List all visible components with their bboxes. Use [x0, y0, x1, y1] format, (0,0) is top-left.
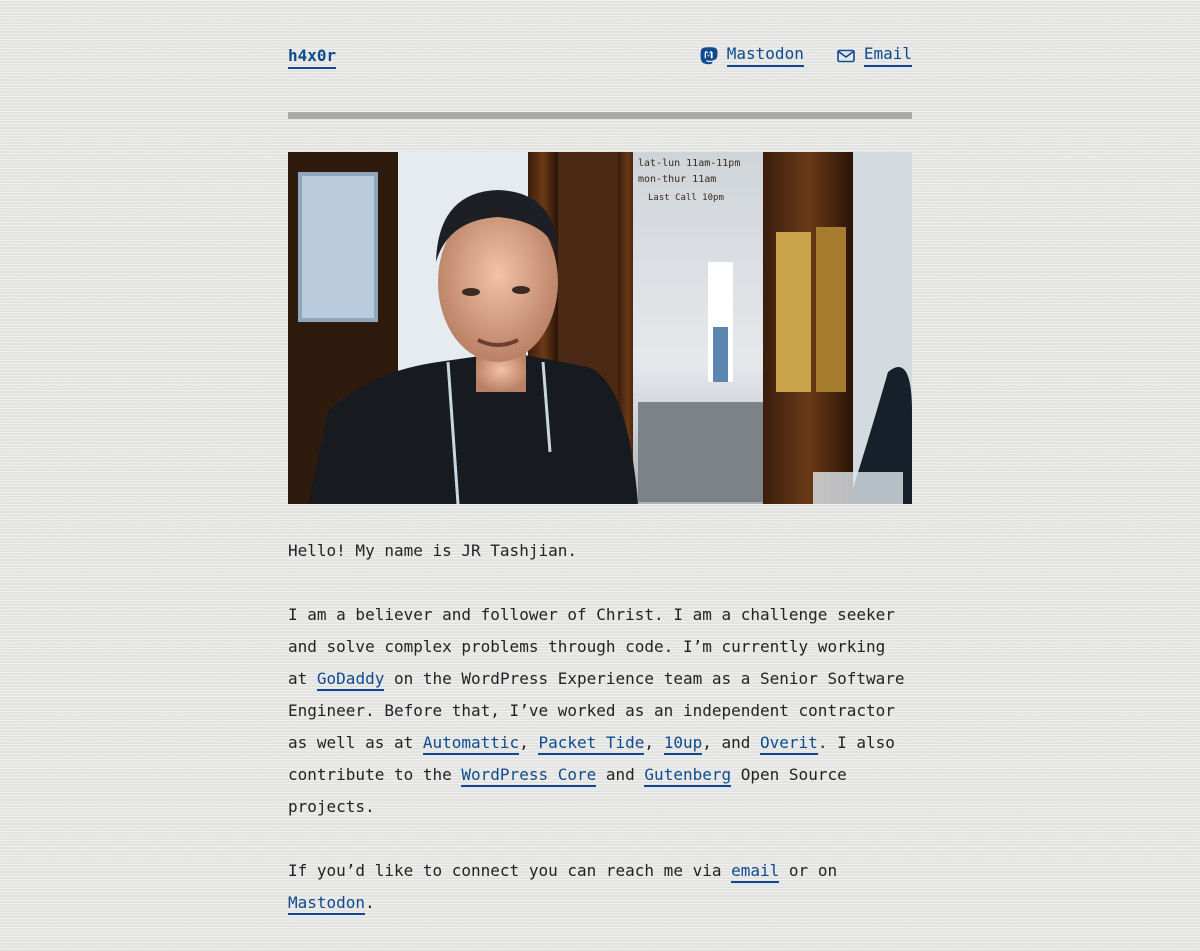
- gutenberg-link[interactable]: Gutenberg: [644, 765, 732, 787]
- intro-text-3: ,: [519, 733, 539, 752]
- tenup-link[interactable]: 10up: [663, 733, 703, 755]
- intro-text-7: and: [596, 765, 645, 784]
- social-nav: Mastodon Email: [699, 44, 912, 67]
- intro-text-4: ,: [644, 733, 664, 752]
- page-container: h4x0r Mastodon Email lat-lun 11am-11pm m…: [288, 0, 912, 915]
- header-divider: [288, 112, 912, 119]
- email-nav-label: Email: [863, 44, 912, 67]
- mastodon-nav-link[interactable]: Mastodon: [699, 44, 804, 67]
- connect-text-3: .: [365, 893, 375, 912]
- connect-text-1: If you’d like to connect you can reach m…: [288, 861, 732, 880]
- automattic-link[interactable]: Automattic: [422, 733, 520, 755]
- greeting-text: Hello! My name is JR Tashjian.: [288, 541, 577, 560]
- bio-content: Hello! My name is JR Tashjian. I am a be…: [288, 535, 912, 951]
- site-title-link[interactable]: h4x0r: [288, 46, 337, 69]
- connect-text-2: or on: [779, 861, 838, 880]
- intro-text-5: , and: [702, 733, 761, 752]
- mastodon-inline-link[interactable]: Mastodon: [288, 893, 366, 915]
- godaddy-link[interactable]: GoDaddy: [316, 669, 385, 691]
- greeting-paragraph: Hello! My name is JR Tashjian.: [288, 535, 912, 567]
- svg-text:lat-lun 11am-11pm: lat-lun 11am-11pm: [638, 158, 740, 169]
- envelope-icon: [836, 46, 856, 66]
- mastodon-icon: [699, 46, 719, 66]
- wordpress-core-link[interactable]: WordPress Core: [461, 765, 597, 787]
- svg-text:mon-thur 11am: mon-thur 11am: [638, 174, 716, 185]
- packet-tide-link[interactable]: Packet Tide: [538, 733, 645, 755]
- mastodon-nav-label: Mastodon: [726, 44, 804, 67]
- connect-paragraph: If you’d like to connect you can reach m…: [288, 855, 912, 919]
- overit-link[interactable]: Overit: [760, 733, 818, 755]
- email-inline-link[interactable]: email: [731, 861, 780, 883]
- hero-photo: lat-lun 11am-11pm mon-thur 11am Last Cal…: [288, 152, 912, 504]
- email-nav-link[interactable]: Email: [836, 44, 912, 67]
- svg-text:Last Call 10pm: Last Call 10pm: [648, 193, 724, 203]
- intro-paragraph: I am a believer and follower of Christ. …: [288, 599, 912, 823]
- site-header: h4x0r Mastodon Email: [288, 0, 912, 112]
